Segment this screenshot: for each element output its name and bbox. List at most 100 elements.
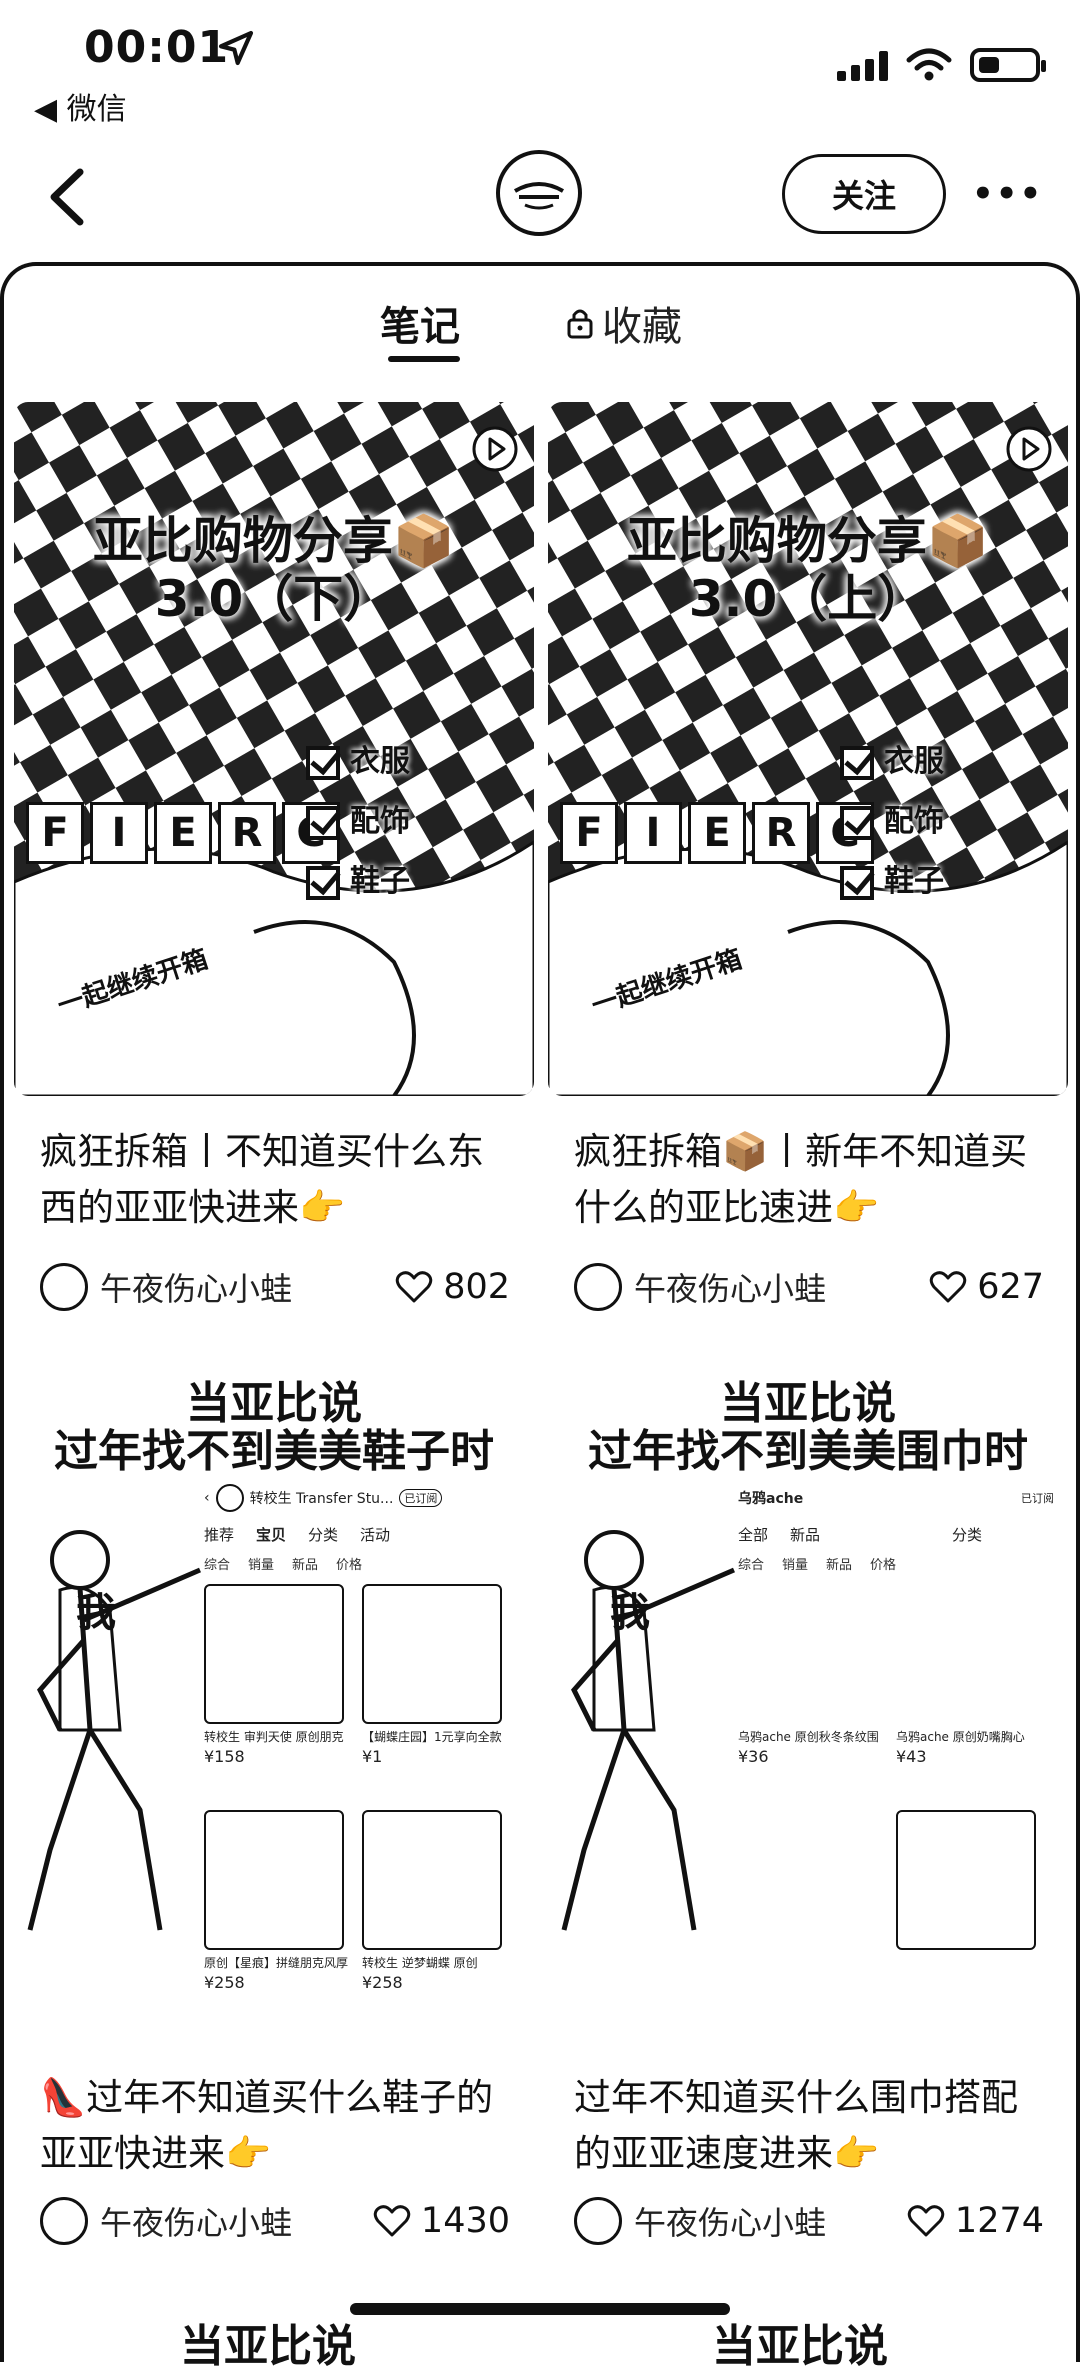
note-title[interactable]: 疯狂拆箱丨不知道买什么东西的亚亚快进来👉 bbox=[40, 1124, 510, 1236]
author[interactable]: 午夜伤心小蛙 bbox=[40, 1263, 292, 1311]
shop-screenshot: ‹ 转校生 Transfer Stu... 已订阅 推荐 宝贝 分类 活动 综合 销量 新品价… bbox=[204, 1480, 520, 2010]
author[interactable]: 午夜伤心小蛙 bbox=[574, 1263, 826, 1311]
note-title[interactable]: 疯狂拆箱📦丨新年不知道买什么的亚比速进👉 bbox=[574, 1124, 1044, 1236]
shop-product: 乌鸦ache 原创奶嘴胸心 ¥43 bbox=[896, 1584, 1044, 1766]
status-bar: 00:01 ◀ 微信 bbox=[0, 0, 1080, 140]
cover-word-fierce: FIERC bbox=[26, 802, 340, 864]
boot-image bbox=[204, 1584, 344, 1724]
boot-image bbox=[362, 1584, 502, 1724]
author[interactable]: 午夜伤心小蛙 bbox=[574, 2197, 826, 2245]
back-to-app-link[interactable]: ◀ 微信 bbox=[34, 84, 127, 128]
author-avatar bbox=[40, 2197, 88, 2245]
like-count: 627 bbox=[977, 1267, 1044, 1307]
cover-checklist: 衣服 配饰 鞋子 bbox=[840, 732, 944, 912]
boot-image bbox=[204, 1810, 344, 1950]
home-indicator[interactable] bbox=[350, 2303, 730, 2315]
wifi-icon bbox=[906, 48, 952, 81]
shop-tabs: 全部 新品 分类 bbox=[738, 1526, 983, 1544]
like-button[interactable]: 802 bbox=[395, 1267, 510, 1307]
heart-icon bbox=[929, 1271, 967, 1303]
system-icons bbox=[837, 48, 1046, 82]
author-name: 午夜伤心小蛙 bbox=[100, 1270, 293, 1308]
author-name: 午夜伤心小蛙 bbox=[634, 1270, 827, 1308]
shop-subscribed: 已订阅 bbox=[399, 1489, 443, 1507]
scarf-image bbox=[738, 1584, 878, 1724]
like-count: 1274 bbox=[954, 2201, 1044, 2241]
note-meta: 午夜伤心小蛙 1274 bbox=[574, 2196, 1044, 2246]
tab-favorites[interactable]: 收藏 bbox=[566, 294, 682, 352]
cover-title: 亚比购物分享📦 3.0（上） bbox=[626, 512, 990, 628]
shop-product: 转校生 审判天使 原创朋克 ¥158 bbox=[204, 1584, 352, 1766]
meme-title: 当亚比说 过年找不到美美鞋子时 bbox=[54, 1378, 494, 1477]
note-meta: 午夜伤心小蛙 1430 bbox=[40, 2196, 510, 2246]
like-count: 1430 bbox=[420, 2201, 510, 2241]
meme-title: 当亚比说 过年找不到美美围巾时 bbox=[588, 1378, 1028, 1477]
video-play-icon bbox=[1006, 426, 1052, 472]
note-cover-image[interactable]: 亚比购物分享📦 3.0（上） FIERC 衣服 配饰 鞋子 一起继续开箱 bbox=[548, 402, 1068, 1096]
cover-checklist: 衣服 配饰 鞋子 bbox=[306, 732, 410, 912]
active-tab-indicator bbox=[388, 356, 460, 362]
top-nav: 关注 ••• bbox=[0, 140, 1080, 250]
note-title[interactable]: 过年不知道买什么围巾搭配的亚亚速度进来👉 bbox=[574, 2070, 1044, 2182]
video-play-icon bbox=[472, 426, 518, 472]
author-avatar bbox=[574, 2197, 622, 2245]
tab-favorites-label: 收藏 bbox=[602, 304, 682, 350]
boot-image bbox=[362, 1810, 502, 1950]
shop-logo bbox=[215, 1484, 244, 1512]
checkbox-icon bbox=[306, 745, 340, 780]
meme-label: 我 bbox=[76, 1590, 116, 1636]
checkbox-icon bbox=[306, 805, 340, 840]
dancing-man-illustration bbox=[561, 1530, 735, 1931]
profile-avatar[interactable] bbox=[496, 150, 582, 236]
heart-icon bbox=[907, 2205, 945, 2237]
shop-subscribed: 已订阅 bbox=[1021, 1492, 1054, 1505]
shop-sort: 综合 销量 新品 价格 bbox=[204, 1558, 363, 1573]
product-photo bbox=[896, 1810, 1036, 1950]
like-count: 802 bbox=[443, 1267, 510, 1307]
like-button[interactable]: 627 bbox=[929, 1267, 1044, 1307]
author-name: 午夜伤心小蛙 bbox=[100, 2204, 293, 2242]
like-button[interactable]: 1430 bbox=[373, 2201, 510, 2241]
cellular-signal-icon bbox=[837, 49, 888, 81]
shop-name: 乌鸦ache bbox=[738, 1491, 804, 1507]
shop-product: 原创【星痕】拼缝朋克风厚 ¥258 bbox=[204, 1810, 352, 1992]
shop-product: 乌鸦ache 原创秋冬条纹围 ¥36 bbox=[738, 1584, 886, 1766]
dancing-man-illustration bbox=[27, 1530, 201, 1931]
status-time: 00:01 bbox=[84, 22, 230, 73]
more-options-button[interactable]: ••• bbox=[972, 174, 1043, 214]
back-arrow-icon[interactable] bbox=[40, 162, 100, 232]
checkbox-icon bbox=[306, 865, 340, 900]
shop-name: 转校生 Transfer Stu... bbox=[249, 1491, 394, 1507]
checkbox-icon bbox=[840, 805, 874, 840]
battery-icon bbox=[970, 48, 1046, 82]
note-meta: 午夜伤心小蛙 627 bbox=[574, 1262, 1044, 1312]
author[interactable]: 午夜伤心小蛙 bbox=[40, 2197, 292, 2245]
shop-product: 【蝴蝶庄园】1元享向全款 ¥1 bbox=[362, 1584, 510, 1766]
lock-icon bbox=[567, 309, 593, 339]
shop-product bbox=[738, 1810, 886, 1950]
next-card-peek: 当亚比说 bbox=[180, 2321, 356, 2372]
cover-word-fierce: FIERC bbox=[560, 802, 874, 864]
shop-tabs: 推荐 宝贝 分类 活动 bbox=[204, 1526, 391, 1544]
shop-product bbox=[896, 1810, 1044, 1950]
checkbox-icon bbox=[840, 865, 874, 900]
author-avatar bbox=[40, 1263, 88, 1311]
cover-title: 亚比购物分享📦 3.0（下） bbox=[92, 512, 456, 628]
note-title[interactable]: 👠过年不知道买什么鞋子的亚亚快进来👉 bbox=[40, 2070, 510, 2182]
checkbox-icon bbox=[840, 745, 874, 780]
accessory-image bbox=[896, 1584, 1036, 1724]
shop-sort: 综合 销量 新品 价格 bbox=[738, 1558, 897, 1573]
like-button[interactable]: 1274 bbox=[907, 2201, 1044, 2241]
next-card-peek: 当亚比说 bbox=[712, 2321, 888, 2372]
note-cover-image[interactable]: 当亚比说 过年找不到美美围巾时 我 乌鸦ache 已订阅 全部 新品 分类 综合 销量新… bbox=[548, 1370, 1068, 2030]
tab-notes[interactable]: 笔记 bbox=[380, 294, 460, 352]
heart-icon bbox=[395, 1271, 433, 1303]
note-cover-image[interactable]: 当亚比说 过年找不到美美鞋子时 我 ‹ 转校生 Transfer Stu... 已订… bbox=[14, 1370, 534, 2030]
note-cover-image[interactable]: 亚比购物分享📦 3.0（下） FIERC 衣服 配饰 鞋子 一起继续开箱 bbox=[14, 402, 534, 1096]
follow-button[interactable]: 关注 bbox=[782, 154, 946, 234]
shop-screenshot: 乌鸦ache 已订阅 全部 新品 分类 综合 销量 新品 价格 乌鸦ache 原创秋冬条纹围… bbox=[738, 1480, 1054, 2010]
tab-notes-label: 笔记 bbox=[380, 304, 460, 350]
location-arrow-icon bbox=[218, 30, 254, 66]
heart-icon bbox=[373, 2205, 411, 2237]
profile-tabs: 笔记 收藏 bbox=[0, 290, 1080, 370]
